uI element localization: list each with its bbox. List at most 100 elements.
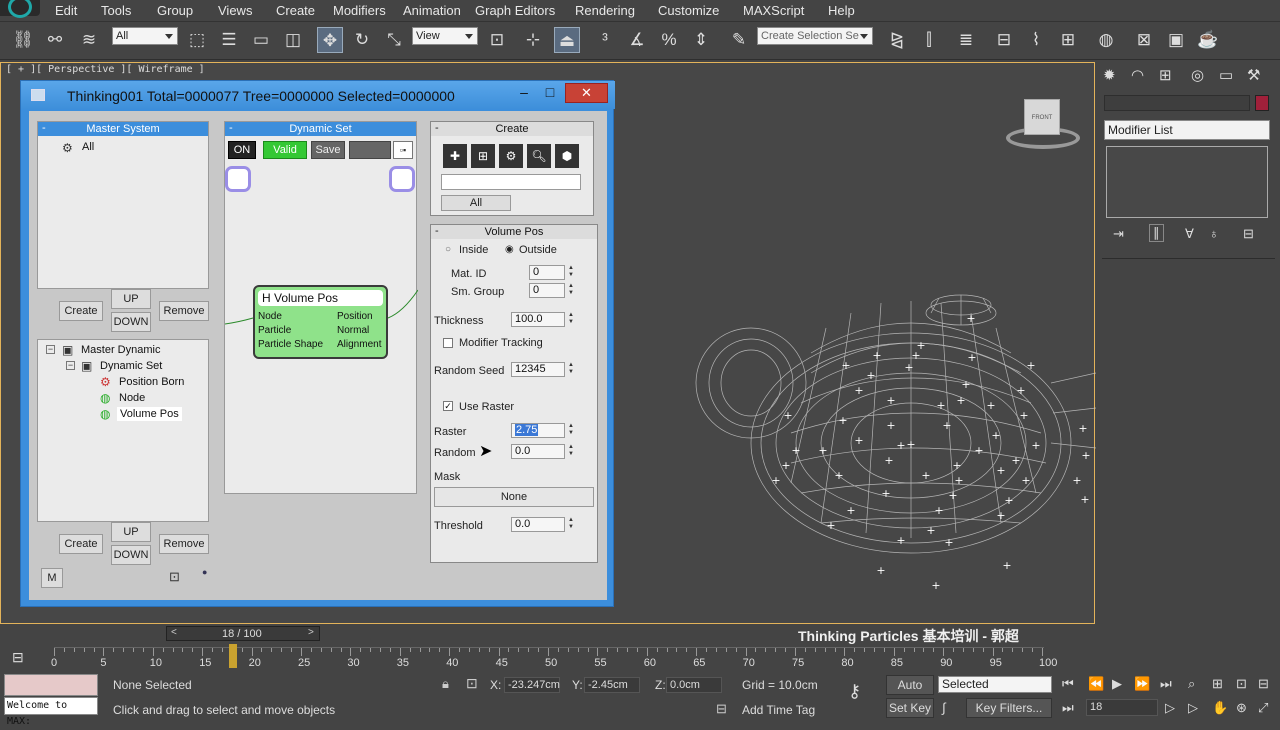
tree-collapse-icon[interactable]: − <box>46 345 55 354</box>
tree-item-volume-pos[interactable]: Volume Pos <box>117 407 182 421</box>
dynamic-up-button[interactable]: UP <box>111 522 151 542</box>
thickness-field[interactable]: 100.0 <box>511 312 565 327</box>
object-color-swatch[interactable] <box>1255 95 1269 111</box>
key-mode-toggle-icon[interactable]: ⏭ <box>1062 700 1074 716</box>
spinner-icon[interactable]: ▲ ▼ <box>567 362 575 377</box>
tree-item-node[interactable]: Node <box>119 392 145 404</box>
schematic-view-icon[interactable]: ⊞ <box>1055 27 1081 53</box>
node-port-particle-shape[interactable]: Particle Shape <box>258 339 323 350</box>
master-system-header[interactable]: Master System <box>38 122 208 136</box>
curve-editor-mini-icon[interactable]: ⊟ <box>12 649 24 666</box>
m-button[interactable]: M <box>41 568 63 588</box>
align-icon[interactable]: ⫿ <box>916 27 942 53</box>
selection-filter-dropdown[interactable]: All <box>112 27 178 45</box>
group-up-button[interactable]: UP <box>111 289 151 309</box>
make-unique-icon[interactable]: ∀ <box>1185 226 1194 242</box>
modifier-tracking-checkbox[interactable] <box>443 338 453 348</box>
current-frame-field[interactable]: 18 <box>1086 699 1158 716</box>
add-operator-icon[interactable]: ✚ <box>443 144 467 168</box>
random-field[interactable]: 0.0 <box>511 444 565 459</box>
add-condition-icon[interactable]: ⊞ <box>471 144 495 168</box>
viewcube[interactable]: FRONT <box>1006 99 1080 149</box>
pivot-center-icon[interactable]: ⊡ <box>484 27 510 53</box>
collapse-icon[interactable]: - <box>42 122 46 134</box>
dynamic-set-panel[interactable]: Dynamic Set - ON Valid Save ▫▪ H Volume … <box>224 121 418 494</box>
spinner-icon[interactable]: ▲ ▼ <box>567 283 575 298</box>
select-and-move-icon[interactable]: ✥ <box>317 27 343 53</box>
spinner-icon[interactable]: ▲ ▼ <box>567 444 575 459</box>
add-time-tag[interactable]: Add Time Tag <box>742 703 815 717</box>
collapse-icon[interactable]: - <box>435 225 439 237</box>
all-button[interactable]: All <box>441 195 511 211</box>
render-teapot-icon[interactable]: ☕ <box>1195 27 1221 53</box>
render-setup-icon[interactable]: ⊠ <box>1131 27 1157 53</box>
curve-editor-icon[interactable]: ⌇ <box>1023 27 1049 53</box>
collapse-icon[interactable]: - <box>229 122 233 134</box>
key-filters-button[interactable]: Key Filters... <box>966 698 1052 718</box>
save-button[interactable]: Save <box>311 141 345 159</box>
menu-create[interactable]: Create <box>276 3 315 18</box>
dynamic-down-button[interactable]: DOWN <box>111 545 151 565</box>
tree-collapse-icon[interactable]: − <box>66 361 75 370</box>
create-rollout-header[interactable]: Create <box>431 122 593 136</box>
y-coordinate-field[interactable]: -2.45cm <box>584 677 640 693</box>
node-port-alignment[interactable]: Alignment <box>337 339 381 350</box>
mask-button[interactable]: None <box>434 487 594 507</box>
snaps-toggle-icon[interactable]: ³ <box>592 27 618 53</box>
viewport-label[interactable]: [ + ][ Perspective ][ Wireframe ] <box>6 64 205 75</box>
group-down-button[interactable]: DOWN <box>111 312 151 332</box>
default-tangent-icon[interactable]: ∫ <box>942 700 946 715</box>
named-selection-set-input[interactable]: Create Selection Se <box>757 27 873 45</box>
operator-type-dropdown[interactable] <box>441 174 581 190</box>
reference-coordinate-dropdown[interactable]: View <box>412 27 478 45</box>
edit-named-selection-icon[interactable]: ✎ <box>726 27 752 53</box>
node-browser-icon[interactable]: ▫▪ <box>393 141 413 159</box>
pin-stack-icon[interactable]: ⇥ <box>1113 226 1124 242</box>
select-and-rotate-icon[interactable]: ↻ <box>349 27 375 53</box>
welcome-field[interactable]: Welcome to MAX: <box>4 697 98 727</box>
menu-animation[interactable]: Animation <box>403 3 461 18</box>
set-key-icon[interactable]: ⚷ <box>848 681 861 702</box>
bind-spacewarp-icon[interactable]: ≋ <box>76 27 102 53</box>
utilities-tab-icon[interactable]: ⚒ <box>1247 66 1260 84</box>
menu-graph-editors[interactable]: Graph Editors <box>475 3 555 18</box>
pan-view-icon[interactable]: ✋ <box>1212 700 1228 716</box>
pin-icon[interactable]: ● <box>202 567 207 577</box>
graphite-ribbon-icon[interactable]: ⊟ <box>991 27 1017 53</box>
tree-item-position-born[interactable]: Position Born <box>119 376 184 388</box>
percent-snap-icon[interactable]: % <box>656 27 682 53</box>
rendered-frame-window-icon[interactable]: ▣ <box>1163 27 1189 53</box>
remove-group-button[interactable]: Remove <box>159 301 209 321</box>
maximize-viewport-icon[interactable]: ⤢ <box>1258 700 1268 716</box>
menu-tools[interactable]: Tools <box>101 3 131 18</box>
maximize-icon[interactable]: □ <box>537 83 563 103</box>
tree-item-master-dynamic[interactable]: Master Dynamic <box>81 344 160 356</box>
zoom-extents-icon[interactable]: ⊡ <box>1236 676 1247 692</box>
modifier-list-dropdown[interactable]: Modifier List <box>1104 120 1270 140</box>
layer-manager-icon[interactable]: ≣ <box>953 27 979 53</box>
modifier-stack[interactable] <box>1106 146 1268 218</box>
spinner-icon[interactable]: ▲ ▼ <box>567 265 575 280</box>
previous-frame-icon[interactable]: ⏪ <box>1088 676 1104 692</box>
show-end-result-icon[interactable]: ∥ <box>1149 224 1164 242</box>
hierarchy-tab-icon[interactable]: ⊞ <box>1159 66 1172 84</box>
spinner-snap-icon[interactable]: ⇕ <box>688 27 714 53</box>
link-icon[interactable]: ⛓ <box>10 27 36 53</box>
dynamic-set-header[interactable]: Dynamic Set <box>225 122 416 136</box>
go-to-start-icon[interactable]: ⏮ <box>1062 676 1074 692</box>
mat-id-field[interactable]: 0 <box>529 265 565 280</box>
motion-tab-icon[interactable]: ◎ <box>1191 66 1204 84</box>
create-dynamic-button[interactable]: Create <box>59 534 103 554</box>
configure-modifier-sets-icon[interactable]: ⊟ <box>1243 226 1254 242</box>
input-port-icon[interactable] <box>225 166 251 192</box>
menu-edit[interactable]: Edit <box>55 3 77 18</box>
collapse-icon[interactable]: - <box>435 122 439 134</box>
time-tag-icon[interactable]: ⊟ <box>716 701 727 717</box>
remove-dynamic-button[interactable]: Remove <box>159 534 209 554</box>
menu-modifiers[interactable]: Modifiers <box>333 3 386 18</box>
mirror-icon[interactable]: ⧎ <box>884 27 910 53</box>
on-toggle-button[interactable]: ON <box>228 141 256 159</box>
random-seed-field[interactable]: 12345 <box>511 362 565 377</box>
angle-snap-icon[interactable]: ∡ <box>624 27 650 53</box>
spinner-icon[interactable]: ▲ ▼ <box>567 517 575 532</box>
